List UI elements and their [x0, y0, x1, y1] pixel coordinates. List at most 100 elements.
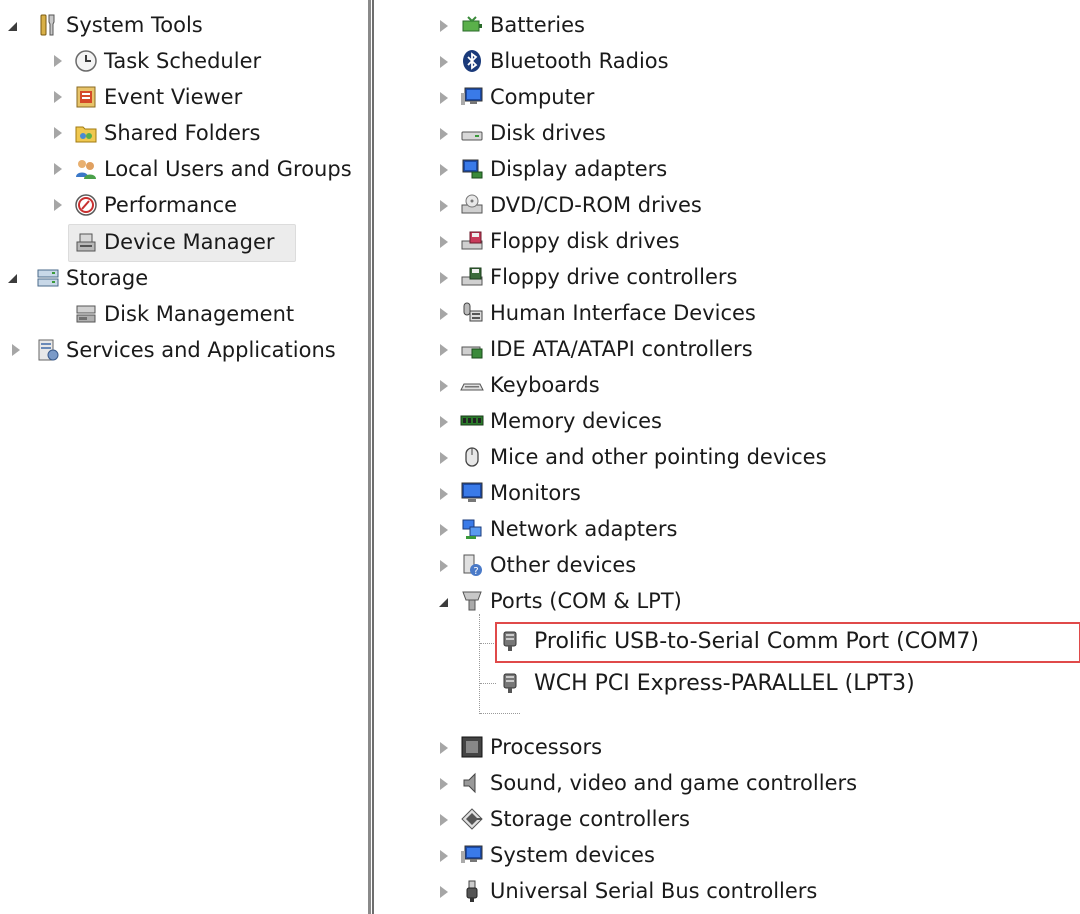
expand-toggle-local-users[interactable] [52, 163, 64, 175]
device-item-com7[interactable]: Prolific USB-to-Serial Comm Port (COM7) [498, 624, 979, 658]
tree-label: Storage [66, 266, 149, 290]
expand-toggle-hid[interactable] [438, 308, 450, 320]
expand-toggle-floppy-disk[interactable] [438, 236, 450, 248]
device-category-memory[interactable]: Memory devices [460, 404, 662, 438]
tree-item-shared-folders[interactable]: Shared Folders [74, 116, 260, 150]
tree-item-event-viewer[interactable]: Event Viewer [74, 80, 242, 114]
expand-toggle-computer[interactable] [438, 92, 450, 104]
collapse-toggle-storage[interactable] [6, 272, 18, 284]
tree-label: Device Manager [104, 230, 275, 254]
device-item-lpt3[interactable]: WCH PCI Express-PARALLEL (LPT3) [498, 666, 915, 700]
expand-toggle-services[interactable] [10, 344, 22, 356]
device-category-sound[interactable]: Sound, video and game controllers [460, 766, 857, 800]
tree-item-task-scheduler[interactable]: Task Scheduler [74, 44, 261, 78]
device-category-label: Floppy drive controllers [490, 265, 738, 289]
expand-toggle-system-devices[interactable] [438, 850, 450, 862]
device-category-network[interactable]: Network adapters [460, 512, 677, 546]
device-category-label: System devices [490, 843, 655, 867]
device-item-label: WCH PCI Express-PARALLEL (LPT3) [534, 670, 915, 696]
expand-toggle-shared-folders[interactable] [52, 127, 64, 139]
device-category-label: Bluetooth Radios [490, 49, 669, 73]
device-category-dvd[interactable]: DVD/CD-ROM drives [460, 188, 702, 222]
expand-toggle-bluetooth[interactable] [438, 56, 450, 68]
device-category-label: Display adapters [490, 157, 668, 181]
expand-toggle-memory[interactable] [438, 416, 450, 428]
device-category-label: IDE ATA/ATAPI controllers [490, 337, 753, 361]
device-category-label: Storage controllers [490, 807, 690, 831]
collapse-toggle-system-tools[interactable] [6, 20, 18, 32]
device-category-label: DVD/CD-ROM drives [490, 193, 702, 217]
tools-icon [36, 13, 60, 37]
expand-toggle-display-adapters[interactable] [438, 164, 450, 176]
device-category-processors[interactable]: Processors [460, 730, 602, 764]
expand-toggle-processors[interactable] [438, 742, 450, 754]
shared-folder-icon [74, 121, 98, 145]
expand-toggle-batteries[interactable] [438, 20, 450, 32]
device-category-disk-drives[interactable]: Disk drives [460, 116, 606, 150]
expand-toggle-event-viewer[interactable] [52, 91, 64, 103]
tree-label: Performance [104, 193, 238, 217]
device-category-hid[interactable]: Human Interface Devices [460, 296, 756, 330]
device-category-other[interactable]: ? Other devices [460, 548, 636, 582]
tree-item-device-manager[interactable]: Device Manager [74, 225, 275, 259]
tree-item-disk-management[interactable]: Disk Management [74, 297, 294, 331]
expand-toggle-network[interactable] [438, 524, 450, 536]
unknown-device-icon: ? [460, 553, 484, 577]
device-category-monitors[interactable]: Monitors [460, 476, 581, 510]
device-category-computer[interactable]: Computer [460, 80, 594, 114]
device-category-bluetooth[interactable]: Bluetooth Radios [460, 44, 669, 78]
pane-splitter[interactable] [368, 0, 376, 914]
device-category-usb[interactable]: Universal Serial Bus controllers [460, 874, 817, 908]
device-category-batteries[interactable]: Batteries [460, 8, 585, 42]
tree-item-system-tools[interactable]: System Tools [36, 8, 203, 42]
speaker-icon [460, 771, 484, 795]
device-category-label: Disk drives [490, 121, 606, 145]
expand-toggle-sound[interactable] [438, 778, 450, 790]
device-manager-icon [74, 230, 98, 254]
expand-toggle-keyboards[interactable] [438, 380, 450, 392]
tree-item-services-applications[interactable]: Services and Applications [36, 333, 336, 367]
collapse-toggle-ports[interactable] [437, 596, 449, 608]
hid-icon [460, 301, 484, 325]
tree-connector [480, 683, 496, 684]
expand-toggle-performance[interactable] [52, 199, 64, 211]
device-category-keyboards[interactable]: Keyboards [460, 368, 600, 402]
expand-toggle-other[interactable] [438, 560, 450, 572]
tree-connector [480, 713, 520, 714]
expand-toggle-usb[interactable] [438, 886, 450, 898]
battery-icon [460, 13, 484, 37]
tree-item-local-users-groups[interactable]: Local Users and Groups [74, 152, 352, 186]
users-icon [74, 157, 98, 181]
device-category-label: Sound, video and game controllers [490, 771, 858, 795]
device-category-ports[interactable]: Ports (COM & LPT) [460, 584, 682, 618]
network-adapter-icon [460, 517, 484, 541]
mouse-icon [460, 445, 484, 469]
ide-controller-icon [460, 337, 484, 361]
device-category-ide[interactable]: IDE ATA/ATAPI controllers [460, 332, 753, 366]
navigation-tree-pane[interactable]: System Tools Task Scheduler Event Viewer… [0, 0, 368, 914]
monitor-icon [460, 481, 484, 505]
expand-toggle-task-scheduler[interactable] [52, 55, 64, 67]
tree-item-storage[interactable]: Storage [36, 261, 148, 295]
device-category-label: Memory devices [490, 409, 662, 433]
expand-toggle-ide[interactable] [438, 344, 450, 356]
system-device-icon [460, 843, 484, 867]
port-icon [460, 589, 484, 613]
computer-icon [460, 85, 484, 109]
device-category-floppy-disk[interactable]: Floppy disk drives [460, 224, 680, 258]
expand-toggle-mice[interactable] [438, 452, 450, 464]
device-category-storage-controllers[interactable]: Storage controllers [460, 802, 690, 836]
tree-connector [480, 643, 496, 644]
clock-icon [74, 49, 98, 73]
device-category-system-devices[interactable]: System devices [460, 838, 655, 872]
tree-connector [479, 614, 480, 714]
expand-toggle-monitors[interactable] [438, 488, 450, 500]
tree-item-performance[interactable]: Performance [74, 188, 237, 222]
expand-toggle-floppy-ctrl[interactable] [438, 272, 450, 284]
device-category-display-adapters[interactable]: Display adapters [460, 152, 667, 186]
expand-toggle-disk-drives[interactable] [438, 128, 450, 140]
expand-toggle-storage-ctrl[interactable] [438, 814, 450, 826]
device-category-floppy-controllers[interactable]: Floppy drive controllers [460, 260, 737, 294]
expand-toggle-dvd[interactable] [438, 200, 450, 212]
device-category-mice[interactable]: Mice and other pointing devices [460, 440, 827, 474]
